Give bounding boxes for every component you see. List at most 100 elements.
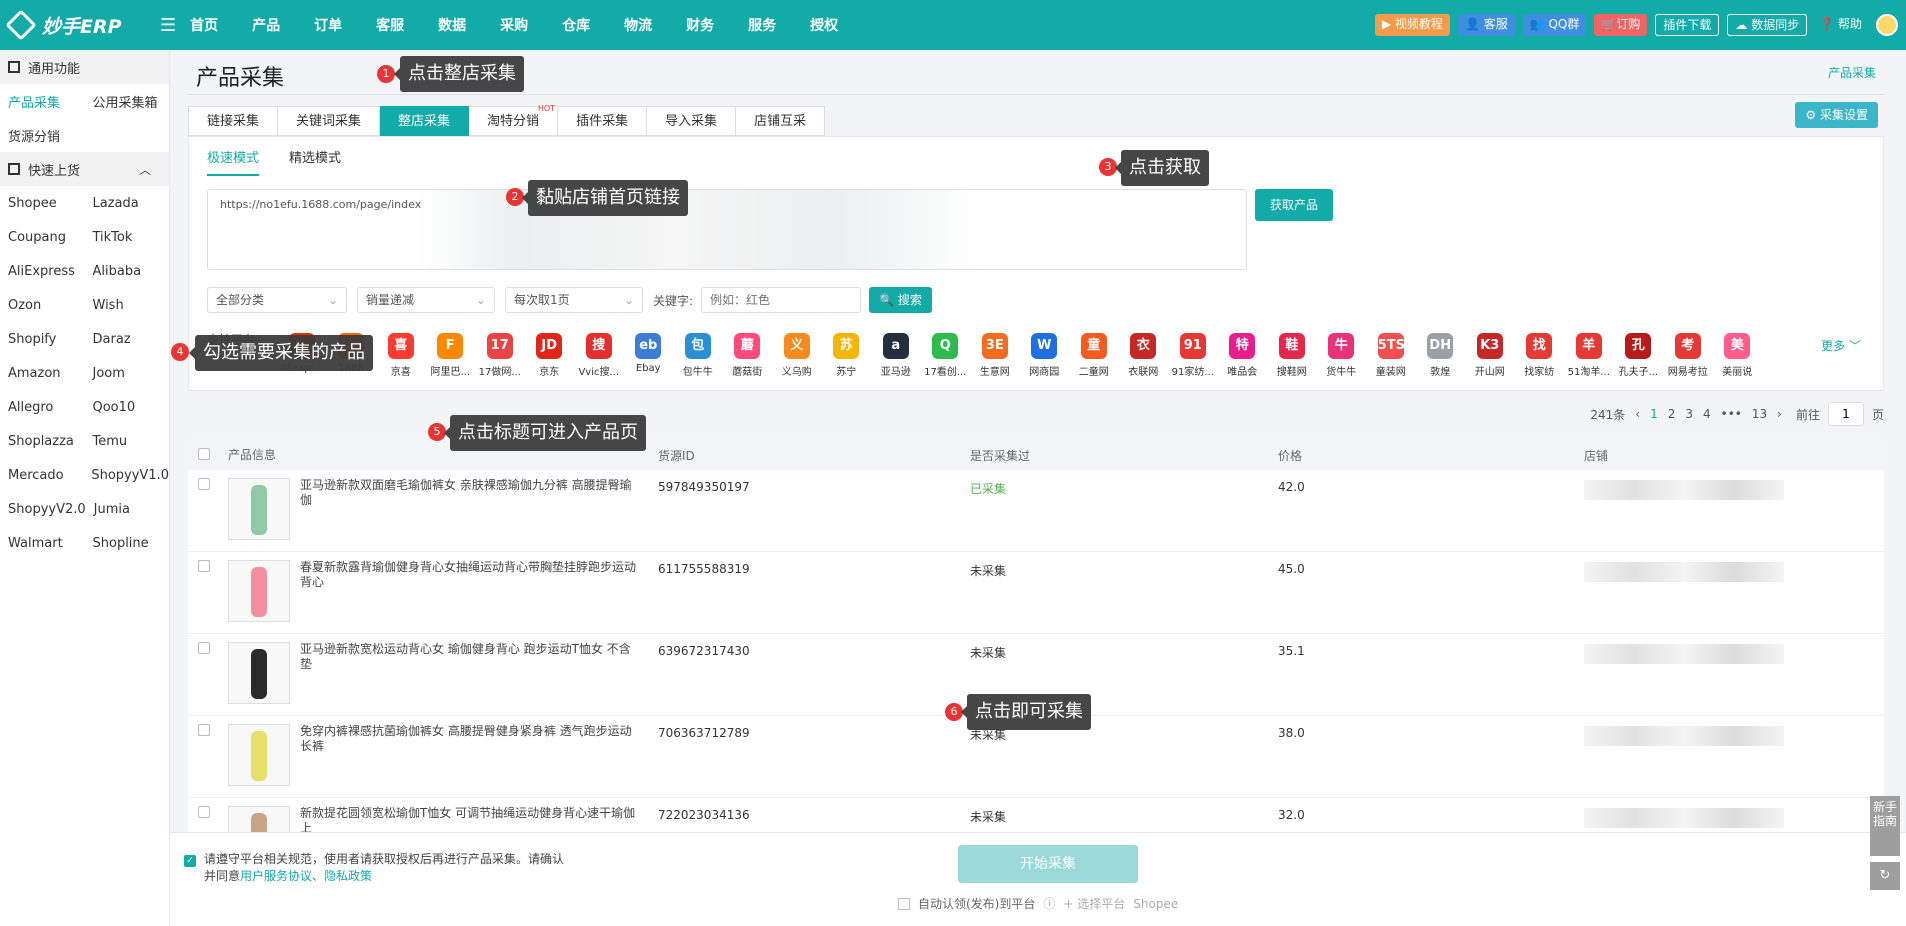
- platform-item[interactable]: 搜 Vvic搜...: [574, 333, 624, 378]
- platform-item[interactable]: 孔孔夫子...: [1614, 333, 1664, 378]
- page-number[interactable]: 3: [1685, 407, 1693, 421]
- platform-item[interactable]: JD 京东: [525, 333, 575, 378]
- shop-url-input[interactable]: https://no1efu.1688.com/page/index: [207, 189, 1247, 270]
- platform-item[interactable]: 5TS 童装网: [1366, 333, 1416, 378]
- platform-item[interactable]: 衣衣联网: [1119, 333, 1169, 378]
- keyword-input[interactable]: [701, 287, 862, 313]
- sidebar-item[interactable]: Alibaba: [85, 264, 170, 279]
- search-button[interactable]: 🔍 搜索: [869, 287, 932, 313]
- tab-5[interactable]: 导入采集: [647, 106, 737, 136]
- nav-item[interactable]: 订单: [314, 15, 342, 35]
- nav-item[interactable]: 数据: [438, 15, 466, 35]
- tab-3[interactable]: 淘特分销 HOT: [469, 104, 559, 136]
- fetch-products-button[interactable]: 获取产品: [1255, 189, 1333, 221]
- more-platforms-button[interactable]: 更多 ﹀: [1821, 337, 1861, 354]
- nav-item[interactable]: 客服: [376, 15, 404, 35]
- sidebar-item[interactable]: Shopee: [0, 196, 85, 211]
- sidebar-item[interactable]: TikTok: [85, 230, 170, 245]
- tab-1[interactable]: 关键词采集: [278, 106, 381, 136]
- product-thumbnail[interactable]: [228, 642, 290, 704]
- mode-tab[interactable]: 精选模式: [289, 147, 341, 176]
- platform-item[interactable]: 找找家纺: [1515, 333, 1565, 378]
- nav-item[interactable]: 财务: [686, 15, 714, 35]
- sidebar-item[interactable]: Wish: [85, 298, 170, 313]
- collect-settings-button[interactable]: ⚙ 采集设置: [1795, 102, 1878, 128]
- sidebar-section-quick-listing[interactable]: 快速上货 ︿: [0, 152, 169, 186]
- beginner-guide-button[interactable]: 新手指南: [1870, 796, 1900, 856]
- sidebar-item[interactable]: ShopyyV1.0: [83, 468, 169, 483]
- refresh-icon[interactable]: ↻: [1870, 862, 1900, 890]
- customer-service-button[interactable]: 👤 客服: [1457, 14, 1515, 36]
- mode-tab[interactable]: 极速模式: [207, 147, 260, 176]
- row-checkbox[interactable]: [198, 560, 210, 572]
- page-number[interactable]: 1: [1650, 407, 1658, 421]
- sidebar-item[interactable]: Joom: [85, 366, 170, 381]
- choose-platform-button[interactable]: + 选择平台: [1063, 895, 1125, 912]
- row-checkbox[interactable]: [198, 724, 210, 736]
- sidebar-item[interactable]: Qoo10: [85, 400, 170, 415]
- platform-item[interactable]: 17 17做网...: [475, 333, 525, 378]
- platform-item[interactable]: 91 91家纺...: [1168, 333, 1218, 378]
- sidebar-item[interactable]: ShopyyV2.0: [0, 502, 86, 517]
- product-title-link[interactable]: 亚马逊新款宽松运动背心女 瑜伽健身背心 跑步运动T恤女 不含垫: [300, 642, 640, 704]
- tab-2[interactable]: 整店采集: [380, 106, 470, 136]
- platform-item[interactable]: 考网易考拉: [1663, 333, 1713, 378]
- menu-toggle-icon[interactable]: ☰: [160, 15, 176, 36]
- nav-item[interactable]: 物流: [624, 15, 652, 35]
- help-button[interactable]: ❓ 帮助: [1815, 14, 1866, 36]
- sidebar-item[interactable]: Daraz: [85, 332, 170, 347]
- platform-item[interactable]: a 亚马逊: [871, 333, 921, 378]
- sidebar-section-general[interactable]: 通用功能: [0, 50, 169, 84]
- tab-0[interactable]: 链接采集: [188, 106, 279, 136]
- sidebar-item[interactable]: Coupang: [0, 230, 85, 245]
- page-number[interactable]: 4: [1703, 407, 1711, 421]
- platform-item[interactable]: 鞋搜鞋网: [1267, 333, 1317, 378]
- tab-6[interactable]: 店铺互采: [736, 106, 826, 136]
- nav-item[interactable]: 首页: [190, 15, 218, 35]
- page-input[interactable]: [1827, 402, 1864, 426]
- platform-item[interactable]: eb Ebay: [624, 333, 674, 378]
- order-button[interactable]: 🛒订购: [1594, 14, 1648, 36]
- sidebar-item[interactable]: 公用采集箱: [85, 92, 170, 111]
- sidebar-item[interactable]: Lazada: [85, 196, 170, 211]
- platform-item[interactable]: F 阿里巴...: [426, 333, 476, 378]
- product-title-link[interactable]: 亚马逊新款双面磨毛瑜伽裤女 亲肤裸感瑜伽九分裤 高腰提臀瑜伽: [300, 478, 640, 540]
- nav-item[interactable]: 产品: [252, 15, 280, 35]
- logo[interactable]: 妙手ERP: [0, 9, 160, 41]
- product-thumbnail[interactable]: [228, 724, 290, 786]
- product-title-link[interactable]: 免穿内裤裸感抗菌瑜伽裤女 高腰提臀健身紧身裤 透气跑步运动长裤: [300, 724, 640, 786]
- platform-item[interactable]: 包包牛牛: [673, 333, 723, 378]
- sort-select[interactable]: 销量递减 ⌄: [357, 287, 495, 313]
- nav-item[interactable]: 授权: [810, 15, 838, 35]
- select-all-checkbox[interactable]: [198, 448, 210, 460]
- platform-item[interactable]: 特唯品会: [1218, 333, 1268, 378]
- row-checkbox[interactable]: [198, 806, 210, 818]
- platform-item[interactable]: 蘑蘑菇街: [723, 333, 773, 378]
- sidebar-item[interactable]: Jumia: [86, 502, 169, 517]
- sidebar-item[interactable]: Temu: [85, 434, 170, 449]
- start-collect-button[interactable]: 开始采集: [958, 845, 1138, 883]
- nav-item[interactable]: 采购: [500, 15, 528, 35]
- qq-group-button[interactable]: 👥 QQ群: [1522, 14, 1587, 36]
- sidebar-item[interactable]: Shopline: [85, 536, 170, 551]
- nav-item[interactable]: 仓库: [562, 15, 590, 35]
- auto-claim-checkbox[interactable]: [898, 897, 910, 910]
- page-number[interactable]: 13: [1752, 407, 1767, 421]
- product-title-link[interactable]: 春夏新款露背瑜伽健身背心女抽绳运动背心带胸垫挂脖跑步运动背心: [300, 560, 640, 622]
- platform-item[interactable]: W 网商园: [1020, 333, 1070, 378]
- agree-checkbox[interactable]: ✓: [184, 855, 196, 867]
- plugin-download-button[interactable]: 插件下载: [1655, 14, 1720, 36]
- platform-item[interactable]: 喜京喜: [376, 333, 426, 378]
- nav-item[interactable]: 服务: [748, 15, 776, 35]
- sidebar-item[interactable]: 货源分销: [0, 126, 85, 145]
- platform-item[interactable]: 3E 生意网: [970, 333, 1020, 378]
- sidebar-item[interactable]: Ozon: [0, 298, 85, 313]
- sidebar-item[interactable]: Shopify: [0, 332, 85, 347]
- platform-item[interactable]: 童二童网: [1069, 333, 1119, 378]
- platform-item[interactable]: K3 开山网: [1465, 333, 1515, 378]
- product-thumbnail[interactable]: [228, 478, 290, 540]
- video-tutorial-button[interactable]: ▶ 视频教程: [1374, 14, 1450, 36]
- pages-select[interactable]: 每次取1页 ⌄: [505, 287, 643, 313]
- category-select[interactable]: 全部分类 ⌄: [207, 287, 347, 313]
- platform-item[interactable]: 牛货牛牛: [1317, 333, 1367, 378]
